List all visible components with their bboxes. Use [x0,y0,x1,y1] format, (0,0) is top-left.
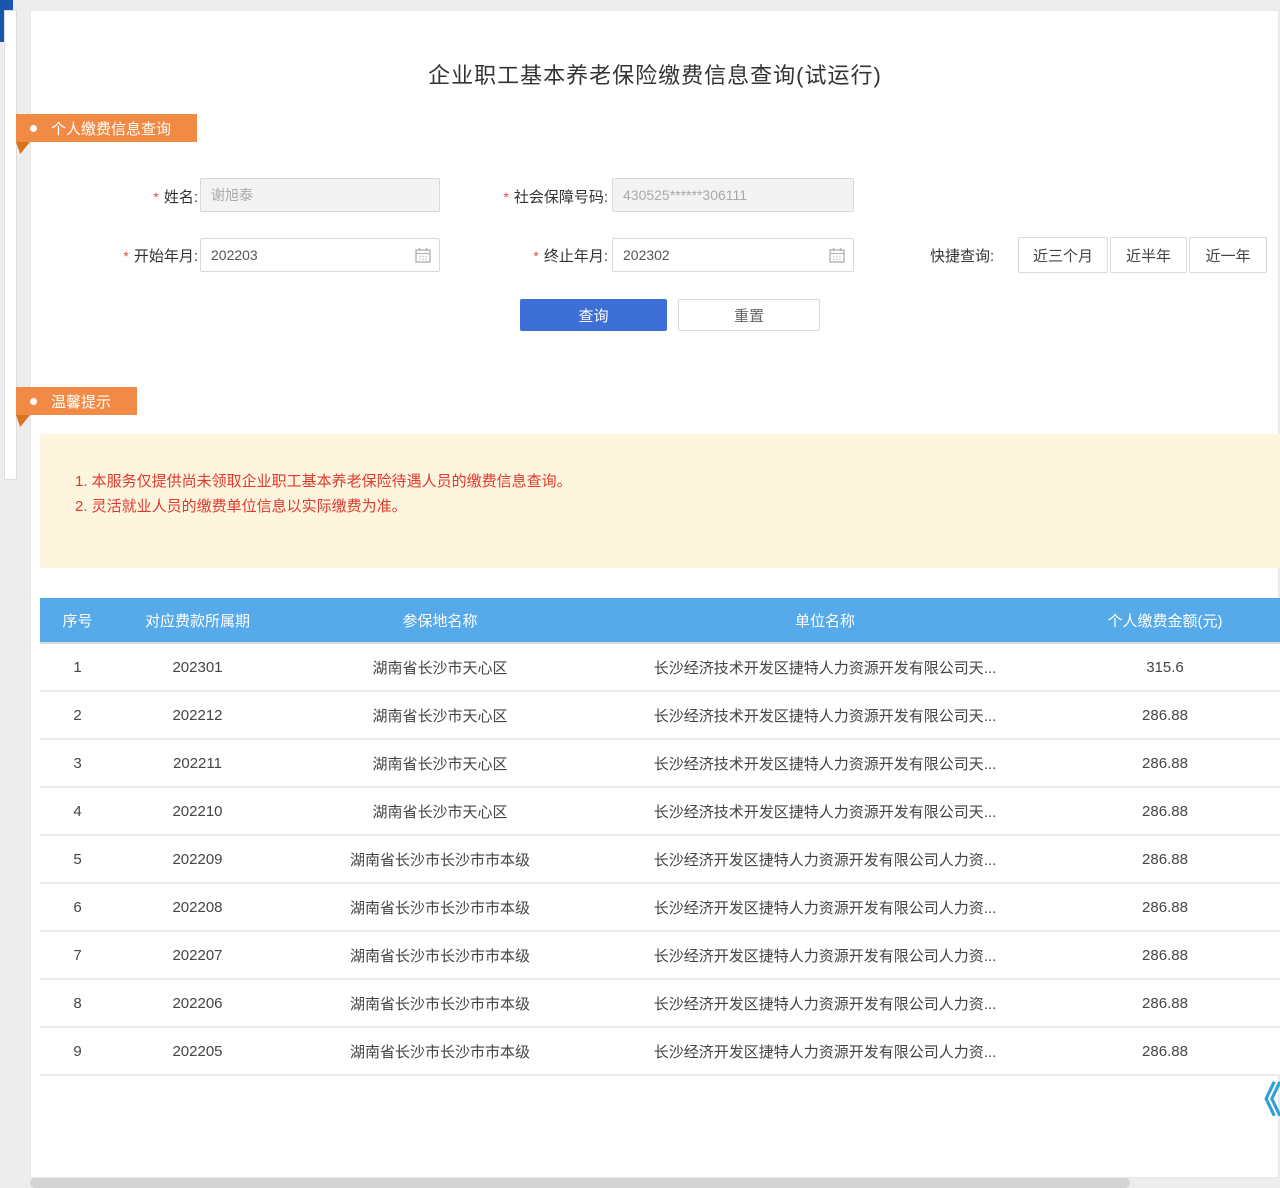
calendar-icon[interactable] [829,247,845,263]
table-cell: 湖南省长沙市长沙市市本级 [280,993,600,1014]
table-row: 2202212湖南省长沙市天心区长沙经济技术开发区捷特人力资源开发有限公司天..… [40,692,1280,740]
collapse-chevron-icon[interactable]: 《 [1246,1080,1280,1120]
table-cell: 长沙经济开发区捷特人力资源开发有限公司人力资... [600,993,1050,1014]
table-header-cell: 序号 [40,610,115,631]
table-header-cell: 单位名称 [600,610,1050,631]
table-cell: 286.88 [1050,947,1280,964]
table-cell: 8 [40,995,115,1012]
bullet-icon [30,125,37,132]
name-input[interactable] [200,178,440,212]
section-badge-label: 温馨提示 [51,391,111,412]
reset-button[interactable]: 重置 [678,299,820,331]
table-cell: 286.88 [1050,707,1280,724]
table-cell: 长沙经济技术开发区捷特人力资源开发有限公司天... [600,657,1050,678]
table-cell: 长沙经济开发区捷特人力资源开发有限公司人力资... [600,1041,1050,1062]
table-cell: 286.88 [1050,755,1280,772]
table-header-cell: 个人缴费金额(元) [1050,610,1280,631]
table-row: 4202210湖南省长沙市天心区长沙经济技术开发区捷特人力资源开发有限公司天..… [40,788,1280,836]
table-row: 5202209湖南省长沙市长沙市市本级长沙经济开发区捷特人力资源开发有限公司人力… [40,836,1280,884]
end-date-input[interactable] [612,238,854,272]
quick-btn-last-3-months[interactable]: 近三个月 [1018,237,1108,273]
required-asterisk: * [153,189,158,205]
table-cell: 202206 [115,995,280,1012]
table-cell: 7 [40,947,115,964]
quick-btn-last-half-year[interactable]: 近半年 [1110,237,1187,273]
table-cell: 315.6 [1050,659,1280,676]
section-badge-tips: 温馨提示 [16,387,137,415]
table-row: 9202205湖南省长沙市长沙市市本级长沙经济开发区捷特人力资源开发有限公司人力… [40,1028,1280,1076]
query-button[interactable]: 查询 [520,299,667,331]
required-asterisk: * [533,248,538,264]
table-cell: 202207 [115,947,280,964]
table-cell: 湖南省长沙市长沙市市本级 [280,897,600,918]
table-cell: 286.88 [1050,851,1280,868]
table-cell: 湖南省长沙市天心区 [280,657,600,678]
table-cell: 长沙经济开发区捷特人力资源开发有限公司人力资... [600,897,1050,918]
table-cell: 202301 [115,659,280,676]
quick-query-label: 快捷查询: [930,245,994,266]
required-asterisk: * [503,189,508,205]
table-cell: 202211 [115,755,280,772]
name-label: *姓名: [60,186,198,207]
table-cell: 湖南省长沙市天心区 [280,801,600,822]
start-date-label: *开始年月: [60,245,198,266]
quick-btn-last-year[interactable]: 近一年 [1189,237,1267,273]
payment-table: 序号对应费款所属期参保地名称单位名称个人缴费金额(元) 1202301湖南省长沙… [40,598,1280,1076]
table-cell: 湖南省长沙市天心区 [280,705,600,726]
table-header-cell: 参保地名称 [280,610,600,631]
table-cell: 长沙经济开发区捷特人力资源开发有限公司人力资... [600,849,1050,870]
table-cell: 湖南省长沙市长沙市市本级 [280,849,600,870]
table-cell: 长沙经济技术开发区捷特人力资源开发有限公司天... [600,801,1050,822]
horizontal-scrollbar-thumb[interactable] [30,1178,1130,1188]
table-cell: 长沙经济技术开发区捷特人力资源开发有限公司天... [600,705,1050,726]
table-row: 8202206湖南省长沙市长沙市市本级长沙经济开发区捷特人力资源开发有限公司人力… [40,980,1280,1028]
table-row: 3202211湖南省长沙市天心区长沙经济技术开发区捷特人力资源开发有限公司天..… [40,740,1280,788]
table-cell: 湖南省长沙市长沙市市本级 [280,945,600,966]
table-cell: 长沙经济开发区捷特人力资源开发有限公司人力资... [600,945,1050,966]
ribbon-fold [16,415,30,427]
table-cell: 9 [40,1043,115,1060]
table-row: 7202207湖南省长沙市长沙市市本级长沙经济开发区捷特人力资源开发有限公司人力… [40,932,1280,980]
page-title: 企业职工基本养老保险缴费信息查询(试运行) [30,58,1280,90]
table-row: 1202301湖南省长沙市天心区长沙经济技术开发区捷特人力资源开发有限公司天..… [40,644,1280,692]
table-cell: 202209 [115,851,280,868]
ssn-input[interactable] [612,178,854,212]
tips-notice-box: 1. 本服务仅提供尚未领取企业职工基本养老保险待遇人员的缴费信息查询。 2. 灵… [40,434,1280,568]
end-date-label: *终止年月: [440,245,608,266]
table-cell: 湖南省长沙市长沙市市本级 [280,1041,600,1062]
table-cell: 202205 [115,1043,280,1060]
table-cell: 286.88 [1050,995,1280,1012]
tips-line: 1. 本服务仅提供尚未领取企业职工基本养老保险待遇人员的缴费信息查询。 [75,472,1260,491]
table-cell: 2 [40,707,115,724]
table-cell: 3 [40,755,115,772]
table-cell: 1 [40,659,115,676]
required-asterisk: * [123,248,128,264]
section-badge-personal-payment-query: 个人缴费信息查询 [16,114,197,142]
tips-line: 2. 灵活就业人员的缴费单位信息以实际缴费为准。 [75,497,1260,516]
table-header-row: 序号对应费款所属期参保地名称单位名称个人缴费金额(元) [40,598,1280,644]
table-cell: 202210 [115,803,280,820]
table-cell: 长沙经济技术开发区捷特人力资源开发有限公司天... [600,753,1050,774]
start-date-input[interactable] [200,238,440,272]
table-cell: 202208 [115,899,280,916]
table-cell: 4 [40,803,115,820]
table-cell: 286.88 [1050,1043,1280,1060]
section-badge-label: 个人缴费信息查询 [51,118,171,139]
ssn-label: *社会保障号码: [440,186,608,207]
table-cell: 286.88 [1050,899,1280,916]
bullet-icon [30,398,37,405]
table-cell: 286.88 [1050,803,1280,820]
table-cell: 湖南省长沙市天心区 [280,753,600,774]
table-cell: 202212 [115,707,280,724]
table-body: 1202301湖南省长沙市天心区长沙经济技术开发区捷特人力资源开发有限公司天..… [40,644,1280,1076]
table-cell: 5 [40,851,115,868]
table-row: 6202208湖南省长沙市长沙市市本级长沙经济开发区捷特人力资源开发有限公司人力… [40,884,1280,932]
ribbon-fold [16,142,30,154]
calendar-icon[interactable] [415,247,431,263]
table-header-cell: 对应费款所属期 [115,610,280,631]
table-cell: 6 [40,899,115,916]
